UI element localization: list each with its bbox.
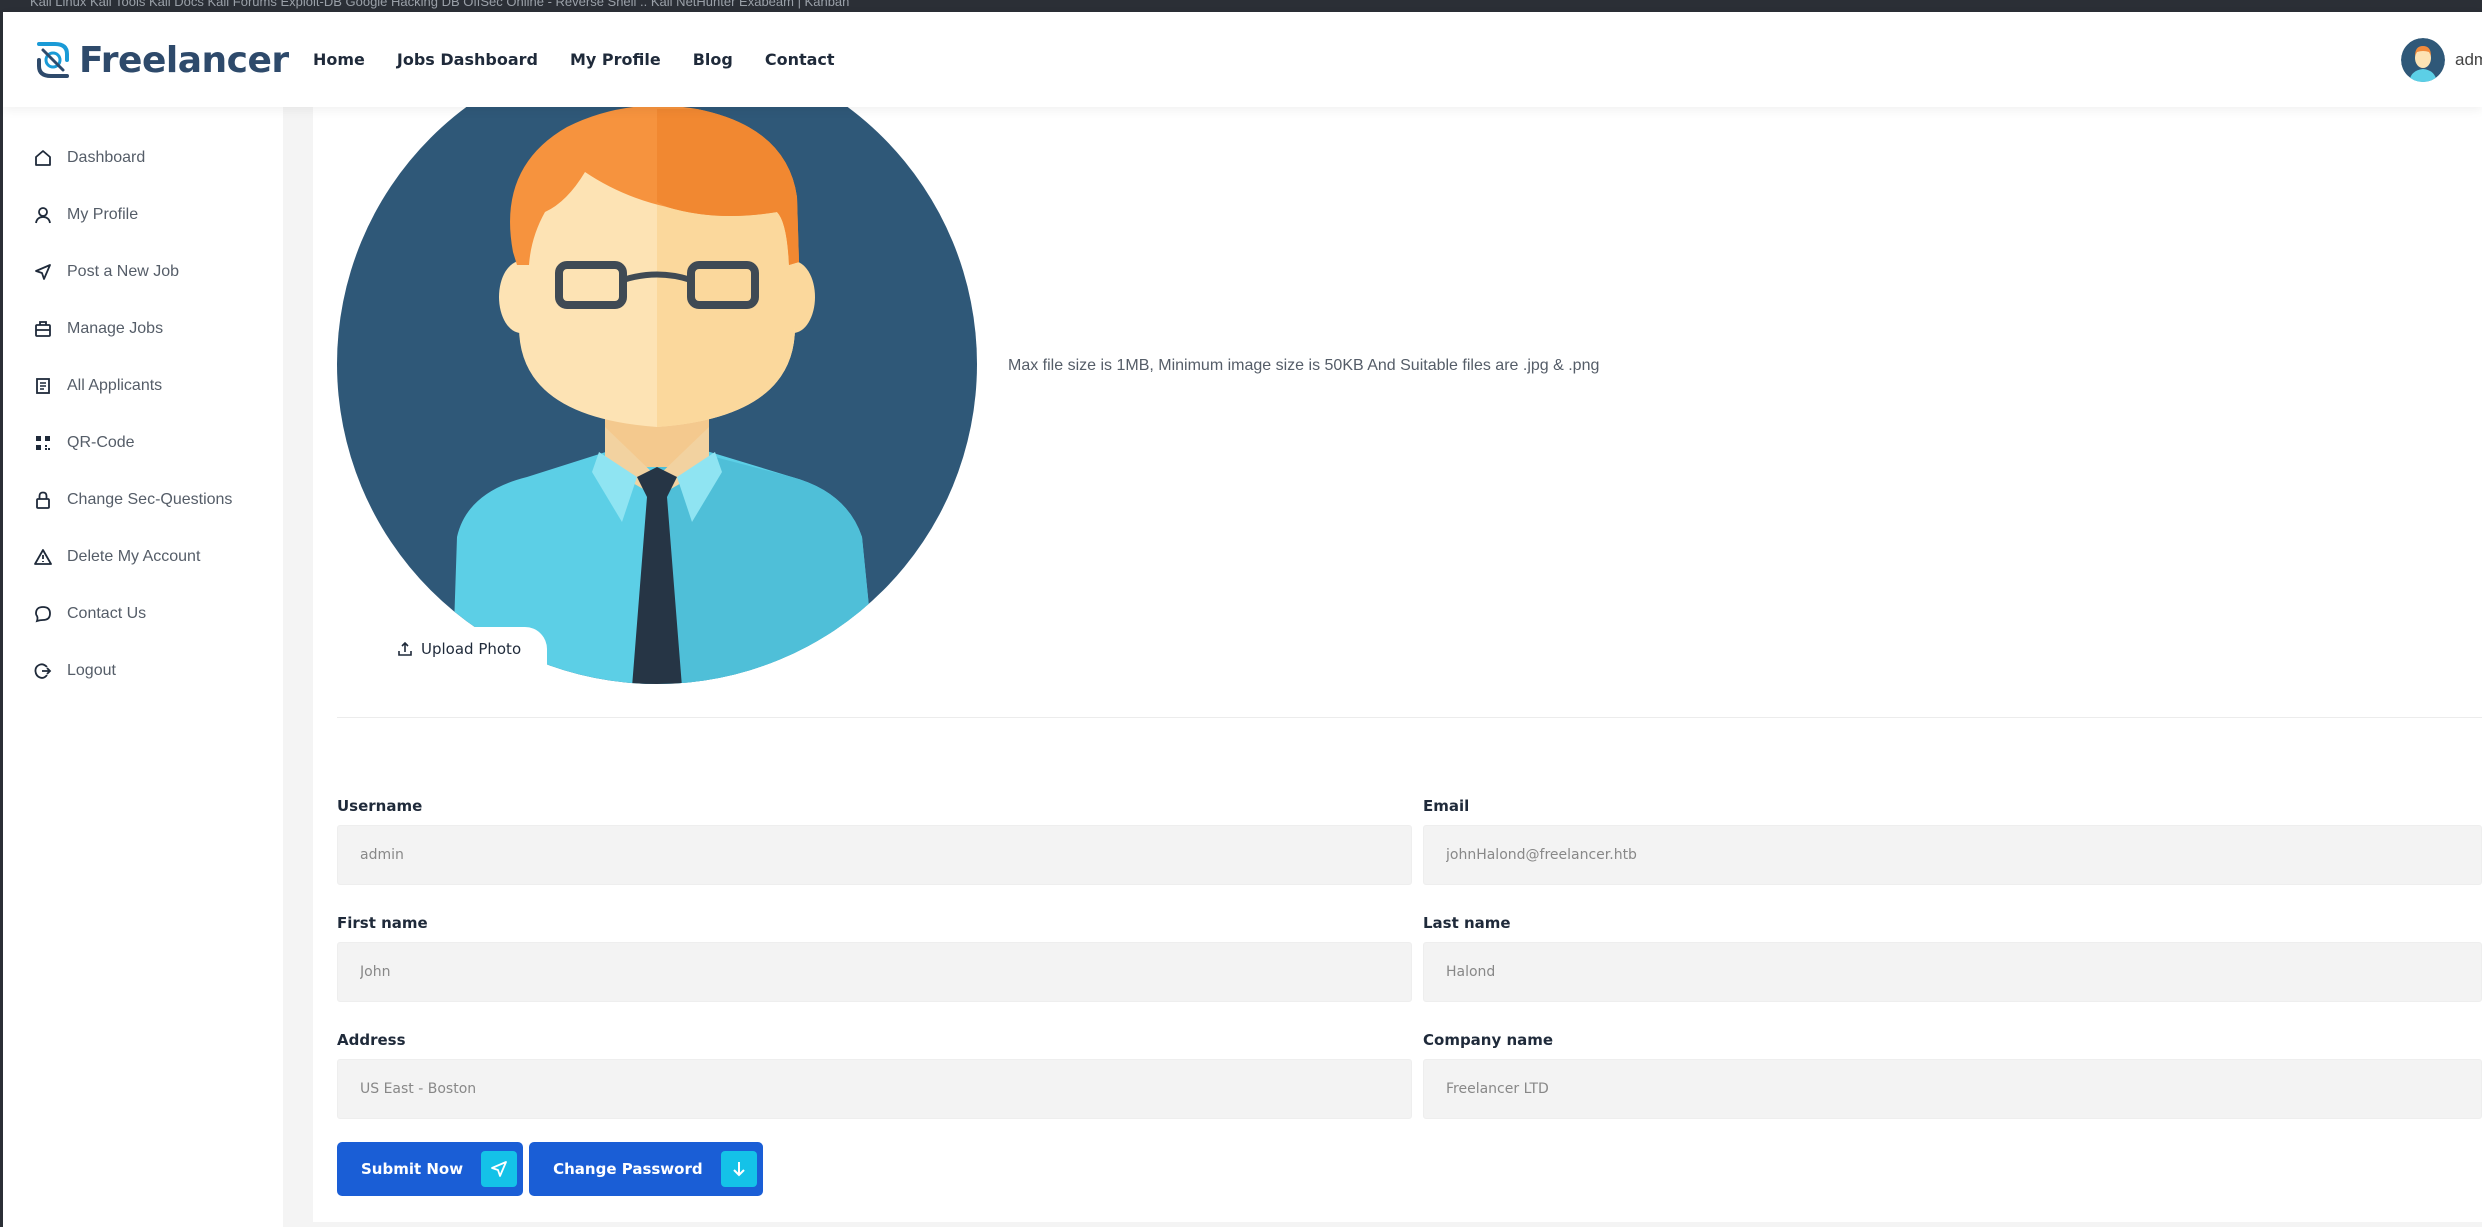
sidebar-item-all-applicants[interactable]: All Applicants: [3, 357, 283, 414]
briefcase-icon: [33, 319, 53, 339]
last-name-label: Last name: [1423, 914, 1511, 932]
nav-blog[interactable]: Blog: [693, 50, 733, 69]
sidebar-item-label: QR-Code: [67, 433, 135, 451]
first-name-label: First name: [337, 914, 428, 932]
change-password-button[interactable]: Change Password: [529, 1142, 763, 1196]
user-name: adm: [2455, 50, 2482, 69]
bookmarks-text: Kali Linux Kali Tools Kali Docs Kali For…: [30, 0, 850, 9]
site-logo[interactable]: Freelancer: [31, 38, 289, 82]
sidebar-item-label: My Profile: [67, 205, 139, 223]
nav-jobs-dashboard[interactable]: Jobs Dashboard: [397, 50, 538, 69]
sidebar: Dashboard My Profile Post a New Job Mana…: [3, 107, 283, 1227]
sidebar-item-label: Manage Jobs: [67, 319, 164, 337]
user-menu[interactable]: adm: [2401, 38, 2482, 82]
username-label: Username: [337, 797, 423, 815]
sidebar-item-label: Post a New Job: [67, 262, 180, 280]
address-group: Address: [337, 1031, 1412, 1119]
sidebar-item-label: Logout: [67, 661, 116, 679]
username-field[interactable]: [337, 825, 1412, 885]
sidebar-item-label: Change Sec-Questions: [67, 490, 233, 508]
submit-label: Submit Now: [361, 1160, 464, 1178]
site-header: Freelancer Home Jobs Dashboard My Profil…: [3, 12, 2482, 107]
company-group: Company name: [1423, 1031, 2482, 1119]
first-name-field[interactable]: [337, 942, 1412, 1002]
browser-bookmarks-bar: Kali Linux Kali Tools Kali Docs Kali For…: [0, 0, 2482, 12]
avatar: [2401, 38, 2445, 82]
chat-bubble-icon: [33, 604, 53, 624]
sidebar-item-qr-code[interactable]: QR-Code: [3, 414, 283, 471]
qr-code-icon: [33, 433, 53, 453]
sidebar-item-post-job[interactable]: Post a New Job: [3, 243, 283, 300]
sidebar-item-label: Delete My Account: [67, 547, 201, 565]
email-label: Email: [1423, 797, 1470, 815]
upload-icon: [398, 641, 412, 656]
profile-avatar-image: [337, 107, 977, 684]
freelancer-logo-icon: [37, 42, 69, 78]
company-label: Company name: [1423, 1031, 1554, 1049]
email-field[interactable]: [1423, 825, 2482, 885]
email-group: Email: [1423, 797, 2482, 885]
first-name-group: First name: [337, 914, 1412, 1002]
arrow-down-icon: [720, 1151, 757, 1187]
submit-button[interactable]: Submit Now: [337, 1142, 524, 1196]
sidebar-item-my-profile[interactable]: My Profile: [3, 186, 283, 243]
sidebar-item-manage-jobs[interactable]: Manage Jobs: [3, 300, 283, 357]
last-name-field[interactable]: [1423, 942, 2482, 1002]
send-icon: [33, 262, 53, 282]
sidebar-item-label: Dashboard: [67, 148, 146, 166]
sidebar-item-contact-us[interactable]: Contact Us: [3, 585, 283, 642]
sidebar-item-delete-account[interactable]: Delete My Account: [3, 528, 283, 585]
nav-home[interactable]: Home: [313, 50, 365, 69]
sidebar-item-change-sec-questions[interactable]: Change Sec-Questions: [3, 471, 283, 528]
last-name-group: Last name: [1423, 914, 2482, 1002]
address-field[interactable]: [337, 1059, 1412, 1119]
company-field[interactable]: [1423, 1059, 2482, 1119]
logo-text: Freelancer: [79, 39, 289, 81]
home-icon: [33, 148, 53, 168]
document-icon: [33, 376, 53, 396]
username-group: Username: [337, 797, 1412, 885]
logout-icon: [33, 661, 53, 681]
section-divider: [337, 717, 2482, 718]
warning-icon: [33, 547, 53, 567]
upload-photo-button[interactable]: Upload Photo: [367, 627, 548, 671]
sidebar-item-label: All Applicants: [67, 376, 163, 394]
nav-contact[interactable]: Contact: [765, 50, 835, 69]
sidebar-item-dashboard[interactable]: Dashboard: [3, 129, 283, 186]
profile-photo-block: Upload Photo: [337, 107, 977, 687]
sidebar-item-logout[interactable]: Logout: [3, 642, 283, 699]
nav-my-profile[interactable]: My Profile: [570, 50, 661, 69]
lock-icon: [33, 490, 53, 510]
sidebar-item-label: Contact Us: [67, 604, 147, 622]
change-password-label: Change Password: [553, 1160, 703, 1178]
send-icon: [481, 1151, 518, 1187]
file-size-note: Max file size is 1MB, Minimum image size…: [1008, 357, 1600, 374]
upload-photo-label: Upload Photo: [421, 640, 522, 658]
form-actions: Submit Now Change Password: [337, 1142, 763, 1196]
user-icon: [33, 205, 53, 225]
address-label: Address: [337, 1031, 406, 1049]
profile-content: Upload Photo Max file size is 1MB, Minim…: [313, 107, 2482, 1222]
main-nav: Home Jobs Dashboard My Profile Blog Cont…: [313, 50, 835, 69]
